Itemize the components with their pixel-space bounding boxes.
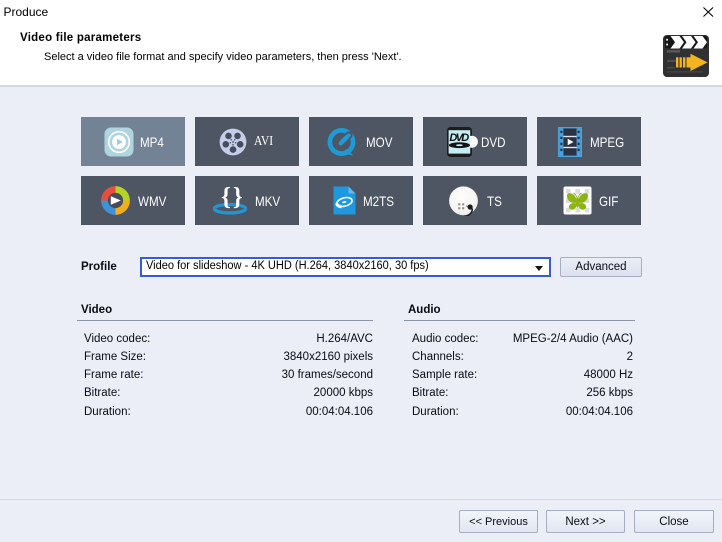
svg-text:DVD: DVD bbox=[449, 132, 469, 144]
svg-text:}: } bbox=[233, 186, 243, 210]
svg-text:{: { bbox=[221, 186, 231, 210]
